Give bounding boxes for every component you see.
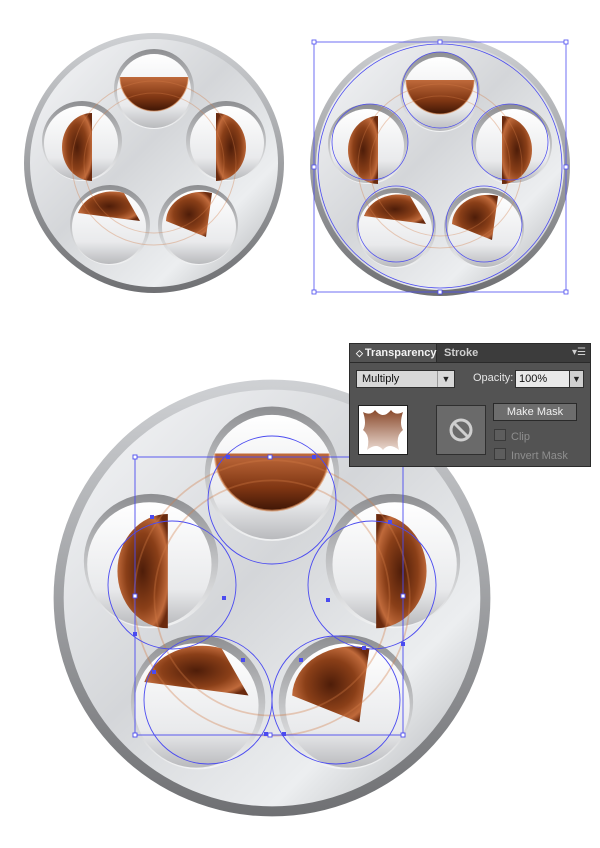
opacity-value: 100% [519, 373, 548, 385]
blend-mode-value: Multiply [362, 373, 400, 385]
blend-mode-select[interactable]: Multiply ▼ [356, 370, 455, 388]
clip-checkbox[interactable] [494, 429, 506, 441]
transparency-panel: ◇ Transparency Stroke ▾☰ Multiply ▼ Opaci… [349, 343, 591, 467]
panel-menu-icon[interactable]: ▾☰ [572, 345, 586, 361]
clip-checkbox-row[interactable]: Clip [494, 429, 530, 443]
make-mask-button[interactable]: Make Mask [493, 403, 577, 421]
clip-label: Clip [511, 431, 530, 443]
panel-tab-bar: ◇ Transparency Stroke ▾☰ [350, 344, 590, 363]
mask-thumbnail[interactable] [436, 405, 486, 455]
tab-stroke[interactable]: Stroke [438, 344, 484, 362]
film-reel-selected[interactable] [309, 35, 571, 297]
double-arrow-icon: ◇ [356, 348, 363, 358]
invert-mask-label: Invert Mask [511, 450, 568, 462]
chevron-down-icon: ▼ [437, 371, 454, 387]
artwork-thumbnail[interactable] [358, 405, 408, 455]
invert-mask-checkbox-row[interactable]: Invert Mask [494, 448, 568, 462]
opacity-input[interactable]: 100% [515, 370, 570, 388]
thumbnail-graphic [363, 410, 403, 450]
opacity-dropdown-button[interactable]: ▼ [569, 370, 584, 388]
tab-transparency-label: Transparency [364, 347, 437, 359]
invert-mask-checkbox[interactable] [494, 448, 506, 460]
film-reel-original[interactable] [23, 32, 285, 294]
tab-stroke-label: Stroke [444, 347, 479, 359]
no-entry-icon [449, 418, 473, 442]
tab-transparency[interactable]: ◇ Transparency [350, 344, 437, 362]
opacity-label: Opacity: [473, 372, 514, 384]
